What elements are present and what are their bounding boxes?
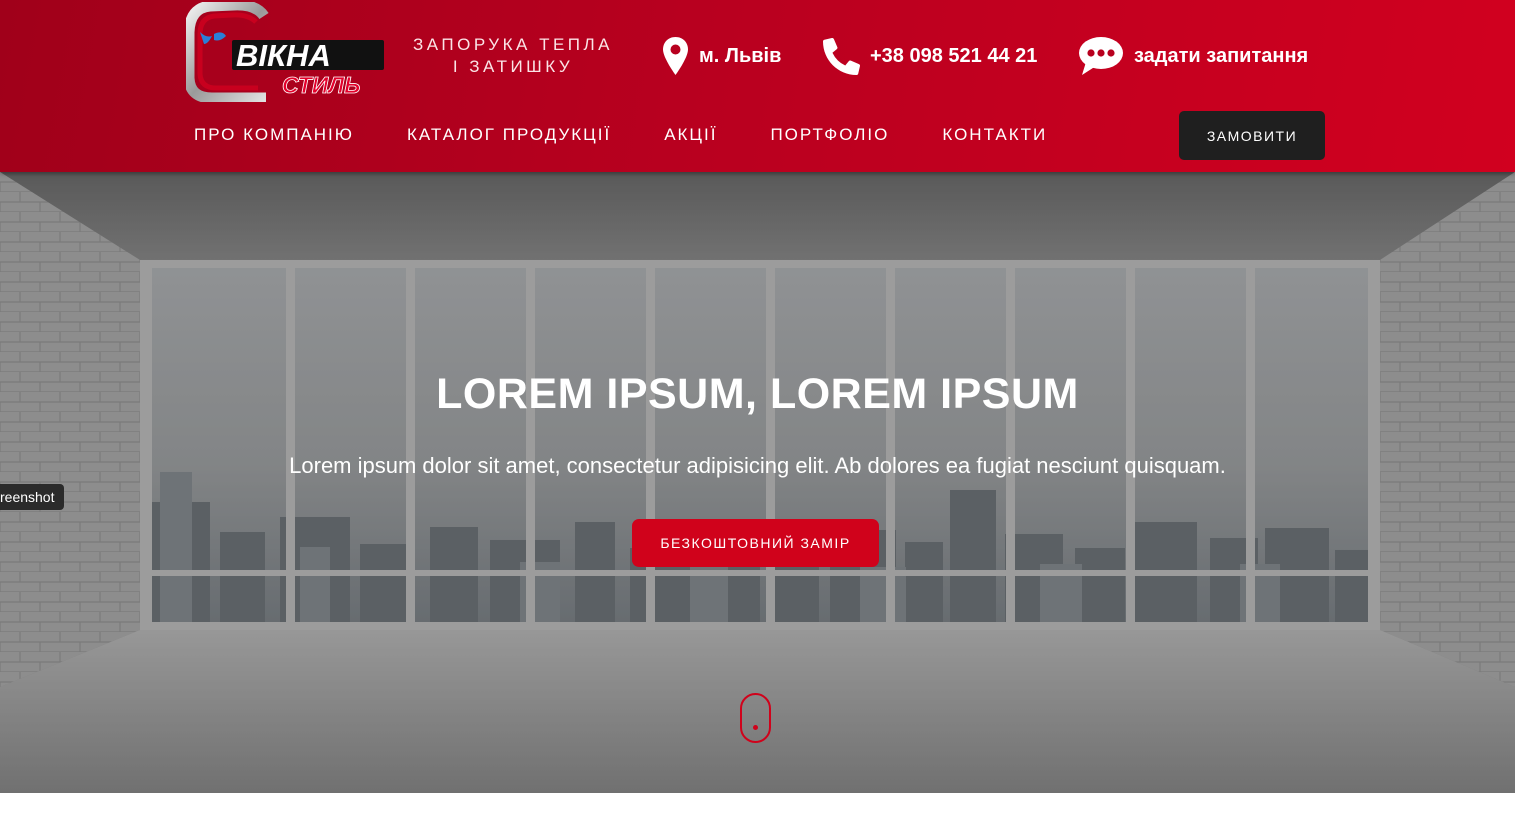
nav-item-catalog[interactable]: КАТАЛОГ ПРОДУКЦІЇ <box>407 124 611 146</box>
slogan-line-1: ЗАПОРУКА ТЕПЛА <box>412 35 614 54</box>
logo-text-top: ВІКНА <box>236 38 331 73</box>
site-header: ВІКНА СТИЛЬ ЗАПОРУКА ТЕПЛА І ЗАТИШКУ м. … <box>0 0 1515 172</box>
logo-text-bottom: СТИЛЬ <box>282 72 360 98</box>
hero-section: LOREM IPSUM, LOREM IPSUM Lorem ipsum dol… <box>0 172 1515 793</box>
city-label: м. Львів <box>699 44 782 67</box>
ask-question-label: задати запитання <box>1134 44 1309 67</box>
nav-item-about[interactable]: ПРО КОМПАНІЮ <box>194 124 354 146</box>
chat-bubble-icon <box>1079 37 1123 75</box>
hero-title: LOREM IPSUM, LOREM IPSUM <box>436 370 1079 418</box>
city-contact[interactable]: м. Львів <box>662 36 781 76</box>
main-nav: ПРО КОМПАНІЮ КАТАЛОГ ПРОДУКЦІЇ АКЦІЇ ПОР… <box>194 124 1100 146</box>
slogan-line-2: І ЗАТИШКУ <box>452 57 574 76</box>
order-button[interactable]: ЗАМОВИТИ <box>1179 111 1325 160</box>
phone-icon <box>823 37 860 75</box>
logo[interactable]: ВІКНА СТИЛЬ <box>186 2 388 102</box>
slogan: ЗАПОРУКА ТЕПЛА І ЗАТИШКУ <box>410 34 616 78</box>
hero-subtitle: Lorem ipsum dolor sit amet, consectetur … <box>289 453 1226 478</box>
free-measurement-button[interactable]: БЕЗКОШТОВНИЙ ЗАМІР <box>632 519 879 567</box>
scroll-wheel-dot <box>753 725 758 730</box>
ask-question-link[interactable]: задати запитання <box>1078 36 1308 76</box>
nav-item-portfolio[interactable]: ПОРТФОЛІО <box>770 124 889 146</box>
nav-item-contacts[interactable]: КОНТАКТИ <box>942 124 1047 146</box>
scroll-down-icon[interactable] <box>740 693 771 743</box>
map-pin-icon <box>663 37 688 75</box>
phone-number: +38 098 521 44 21 <box>870 44 1038 67</box>
nav-item-promotions[interactable]: АКЦІЇ <box>664 124 717 146</box>
phone-contact[interactable]: +38 098 521 44 21 <box>823 36 1037 76</box>
screenshot-tooltip: reenshot <box>0 484 65 510</box>
